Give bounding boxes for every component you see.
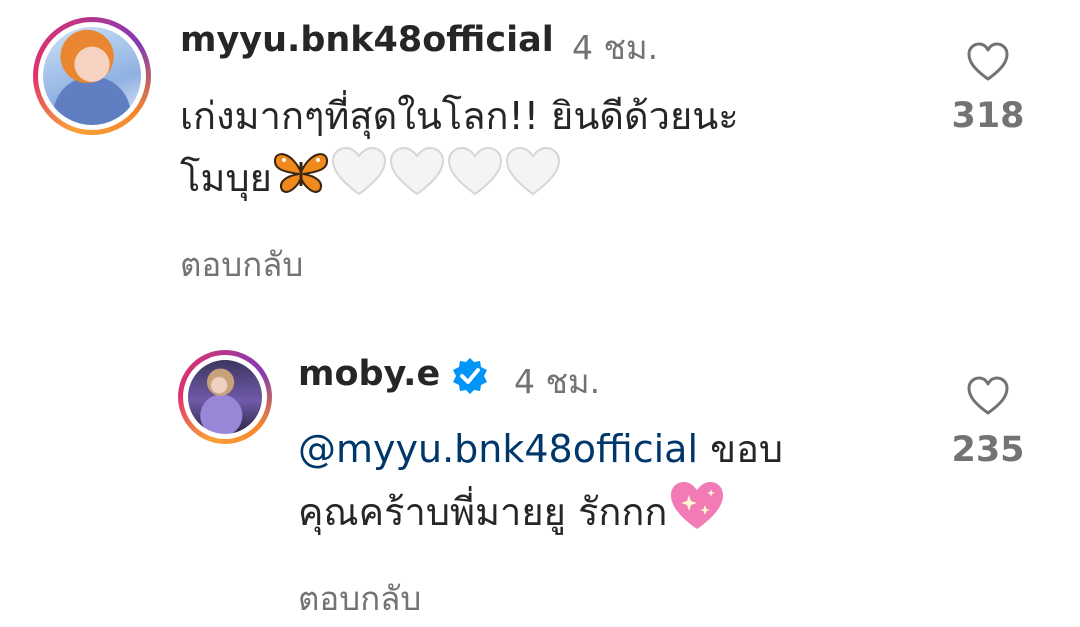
white-heart-icon — [446, 146, 504, 215]
like-count: 235 — [951, 430, 1025, 470]
mention-link[interactable]: @myyu.bnk48official — [298, 427, 698, 471]
verified-badge-icon — [450, 356, 490, 400]
like-button[interactable] — [933, 42, 1043, 82]
white-heart-icon — [388, 146, 446, 215]
like-button[interactable] — [933, 376, 1043, 416]
comment-text-line1: @myyu.bnk48official ขอบ — [298, 419, 918, 479]
comment-timestamp: 4 ชม. — [514, 362, 601, 401]
comment-username[interactable]: myyu.bnk48official — [180, 20, 554, 60]
sparkling-heart-icon — [667, 479, 727, 550]
comment-timestamp: 4 ชม. — [572, 28, 659, 67]
heart-icon — [967, 42, 1009, 81]
avatar[interactable] — [178, 350, 272, 444]
like-count: 318 — [951, 96, 1025, 136]
comment-username[interactable]: moby.e — [298, 354, 440, 394]
reply-button[interactable]: ตอบกลับ — [298, 572, 421, 625]
profile-photo-icon — [43, 27, 141, 125]
comment-text: @myyu.bnk48official ขอบ คุณคร้าบพี่มายยู… — [298, 419, 918, 550]
white-heart-icon — [330, 146, 388, 215]
comment-text-line1-rest: ขอบ — [698, 427, 784, 471]
comment-text-line2: คุณคร้าบพี่มายยู รักกก — [298, 479, 918, 550]
heart-icon — [967, 376, 1009, 415]
comment-text-line2: โมบุย — [180, 146, 920, 215]
comment-text-line2-text: คุณคร้าบพี่มายยู รักกก — [298, 490, 668, 534]
reply-button[interactable]: ตอบกลับ — [180, 238, 303, 291]
comment-text: เก่งมากๆที่สุดในโลก!! ยินดีด้วยนะ โมบุย — [180, 86, 920, 215]
butterfly-icon — [272, 148, 330, 213]
profile-photo-icon — [188, 360, 262, 434]
comment-text-line1: เก่งมากๆที่สุดในโลก!! ยินดีด้วยนะ — [180, 94, 739, 138]
white-heart-icon — [504, 146, 562, 215]
comment-2: moby.e 4 ชม. @myyu.bnk48official ขอบ คุณ… — [0, 330, 1080, 627]
avatar[interactable] — [33, 17, 151, 135]
comment-text-line2-text: โมบุย — [180, 156, 272, 200]
like-column: 318 — [933, 42, 1043, 136]
like-column: 235 — [933, 376, 1043, 470]
comment-1: myyu.bnk48official 4 ชม. เก่งมากๆที่สุดใ… — [0, 0, 1080, 300]
